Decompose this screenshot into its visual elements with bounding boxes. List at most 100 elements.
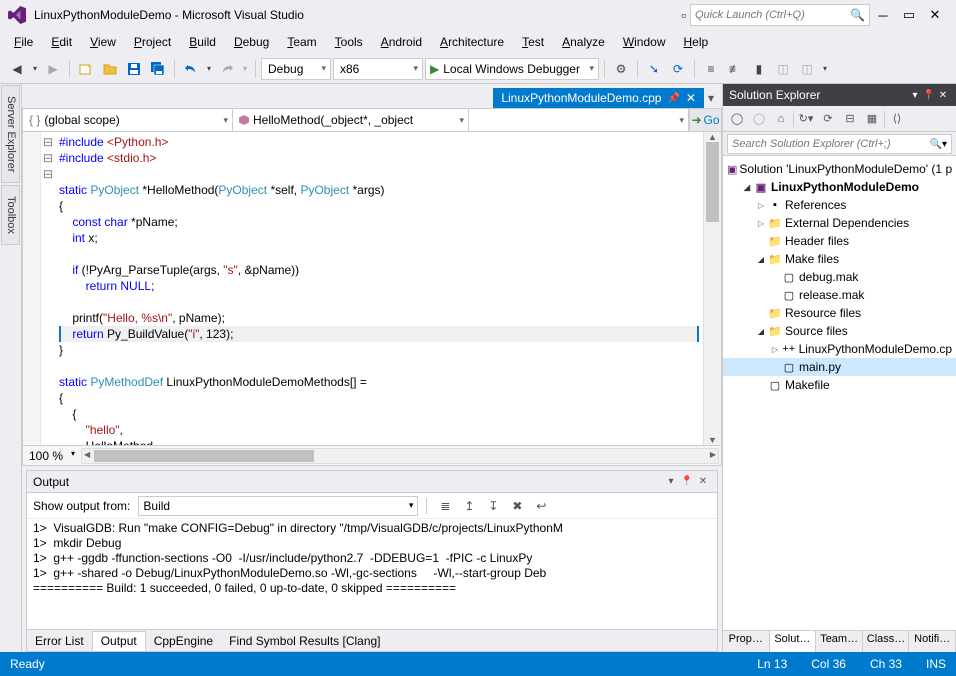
tree-node[interactable]: ▣Solution 'LinuxPythonModuleDemo' (1 p	[723, 160, 956, 178]
open-file-button[interactable]	[99, 58, 121, 80]
close-button[interactable]: ✕	[922, 7, 948, 23]
outline-margin[interactable]: ⊟⊟⊟	[41, 132, 55, 445]
code-editor[interactable]: ⊟⊟⊟ #include <Python.h>#include <stdio.h…	[22, 132, 722, 446]
expand-icon[interactable]: ◢	[755, 255, 767, 264]
quick-launch[interactable]: 🔍	[690, 4, 870, 26]
code-line[interactable]: "hello",	[59, 422, 699, 438]
menu-analyze[interactable]: Analyze	[554, 33, 613, 51]
redo-button[interactable]	[216, 58, 238, 80]
se-showall-button[interactable]: ▦	[862, 109, 882, 129]
code-line[interactable]: return NULL;	[59, 278, 699, 294]
right-tab-3[interactable]: Class…	[863, 631, 910, 652]
side-tab-toolbox[interactable]: Toolbox	[1, 185, 20, 245]
menu-file[interactable]: File	[6, 33, 41, 51]
code-line[interactable]	[59, 294, 699, 310]
code-line[interactable]: #include <Python.h>	[59, 134, 699, 150]
tb-misc2[interactable]: ◫	[796, 58, 818, 80]
pin-icon[interactable]: 📌	[667, 93, 679, 104]
side-tab-server-explorer[interactable]: Server Explorer	[1, 85, 20, 183]
nav-back-button[interactable]: ◀	[6, 58, 28, 80]
platform-dropdown[interactable]: x86	[333, 58, 423, 80]
code-line[interactable]	[59, 246, 699, 262]
code-line[interactable]: if (!PyArg_ParseTuple(args, "s", &pName)…	[59, 262, 699, 278]
nav-empty-dropdown[interactable]	[469, 109, 689, 131]
nav-back-dropdown[interactable]: ▾	[30, 58, 40, 80]
tree-node[interactable]: ▢Makefile	[723, 376, 956, 394]
se-sync-button[interactable]: ↻▾	[796, 109, 816, 129]
scroll-left-icon[interactable]: ◀	[84, 450, 90, 459]
se-dropdown-icon[interactable]: ▾	[908, 90, 922, 101]
redo-dropdown[interactable]: ▾	[240, 58, 250, 80]
menu-debug[interactable]: Debug	[226, 33, 277, 51]
menu-android[interactable]: Android	[373, 33, 430, 51]
output-next-icon[interactable]: ↧	[483, 496, 503, 516]
nav-forward-button[interactable]: ▶	[42, 58, 64, 80]
tree-node[interactable]: ▢main.py	[723, 358, 956, 376]
config-dropdown[interactable]: Debug	[261, 58, 331, 80]
bottom-tab-error-list[interactable]: Error List	[27, 632, 92, 650]
process-button[interactable]: ⚙	[610, 58, 632, 80]
code-area[interactable]: #include <Python.h>#include <stdio.h> st…	[55, 132, 703, 445]
code-line[interactable]: printf("Hello, %s\n", pName);	[59, 310, 699, 326]
quick-launch-input[interactable]	[695, 9, 850, 21]
se-refresh-button[interactable]: ⟳	[818, 109, 838, 129]
save-all-button[interactable]	[147, 58, 169, 80]
output-dropdown-icon[interactable]: ▾	[663, 476, 679, 487]
comment-button[interactable]: ≡	[700, 58, 722, 80]
menu-team[interactable]: Team	[279, 33, 324, 51]
menu-project[interactable]: Project	[126, 33, 179, 51]
scope-dropdown[interactable]: { } (global scope)	[23, 109, 233, 131]
scroll-right-icon[interactable]: ▶	[710, 450, 716, 459]
code-line[interactable]: }	[59, 342, 699, 358]
member-dropdown[interactable]: HelloMethod(_object*, _object	[233, 109, 469, 131]
code-line[interactable]: static PyObject *HelloMethod(PyObject *s…	[59, 182, 699, 198]
output-clear-icon[interactable]: ✖	[507, 496, 527, 516]
fold-toggle[interactable]: ⊟	[41, 166, 55, 182]
right-tab-4[interactable]: Notifi…	[909, 631, 956, 652]
fold-toggle[interactable]: ⊟	[41, 150, 55, 166]
fold-toggle[interactable]: ⊟	[41, 134, 55, 150]
code-line[interactable]: int x;	[59, 230, 699, 246]
right-tab-1[interactable]: Solut…	[770, 631, 817, 652]
output-pin-icon[interactable]: 📍	[679, 476, 695, 487]
menu-help[interactable]: Help	[676, 33, 717, 51]
menu-test[interactable]: Test	[514, 33, 552, 51]
bottom-tab-output[interactable]: Output	[92, 631, 146, 651]
scroll-thumb[interactable]	[706, 142, 719, 222]
tree-node[interactable]: ▷📁External Dependencies	[723, 214, 956, 232]
expand-icon[interactable]: ◢	[741, 183, 753, 192]
maximize-button[interactable]: ▭	[896, 7, 922, 23]
se-properties-button[interactable]: ⟨⟩	[887, 109, 907, 129]
output-source-dropdown[interactable]: Build	[138, 496, 418, 516]
tree-node[interactable]: ◢▣LinuxPythonModuleDemo	[723, 178, 956, 196]
code-line[interactable]: HelloMethod,	[59, 438, 699, 445]
save-button[interactable]	[123, 58, 145, 80]
minimize-button[interactable]: ─	[870, 8, 896, 23]
se-collapse-button[interactable]: ⊟	[840, 109, 860, 129]
expand-icon[interactable]: ▷	[755, 219, 767, 228]
bookmark-button[interactable]: ▮	[748, 58, 770, 80]
se-search-box[interactable]: 🔍▾	[727, 134, 952, 154]
menu-window[interactable]: Window	[615, 33, 674, 51]
feedback-icon[interactable]: ▫	[681, 7, 686, 23]
tree-node[interactable]: ▷▪References	[723, 196, 956, 214]
se-back-button[interactable]: ◯	[727, 109, 747, 129]
tab-overflow-dropdown[interactable]: ▾	[704, 88, 718, 108]
close-tab-icon[interactable]: ✕	[686, 91, 696, 105]
tree-node[interactable]: ◢📁Source files	[723, 322, 956, 340]
undo-button[interactable]	[180, 58, 202, 80]
tree-node[interactable]: ▢debug.mak	[723, 268, 956, 286]
se-search-input[interactable]	[732, 138, 930, 150]
code-line[interactable]: {	[59, 406, 699, 422]
se-pin-icon[interactable]: 📍	[922, 90, 936, 101]
hscroll-thumb[interactable]	[94, 450, 314, 462]
tb-misc1[interactable]: ◫	[772, 58, 794, 80]
go-button[interactable]: ➜ Go	[689, 109, 721, 131]
tree-node[interactable]: ◢📁Make files	[723, 250, 956, 268]
output-prev-icon[interactable]: ↥	[459, 496, 479, 516]
code-line[interactable]: {	[59, 390, 699, 406]
menu-edit[interactable]: Edit	[43, 33, 80, 51]
menu-architecture[interactable]: Architecture	[432, 33, 512, 51]
se-close-icon[interactable]: ✕	[936, 90, 950, 101]
output-body[interactable]: 1> VisualGDB: Run "make CONFIG=Debug" in…	[27, 519, 717, 629]
